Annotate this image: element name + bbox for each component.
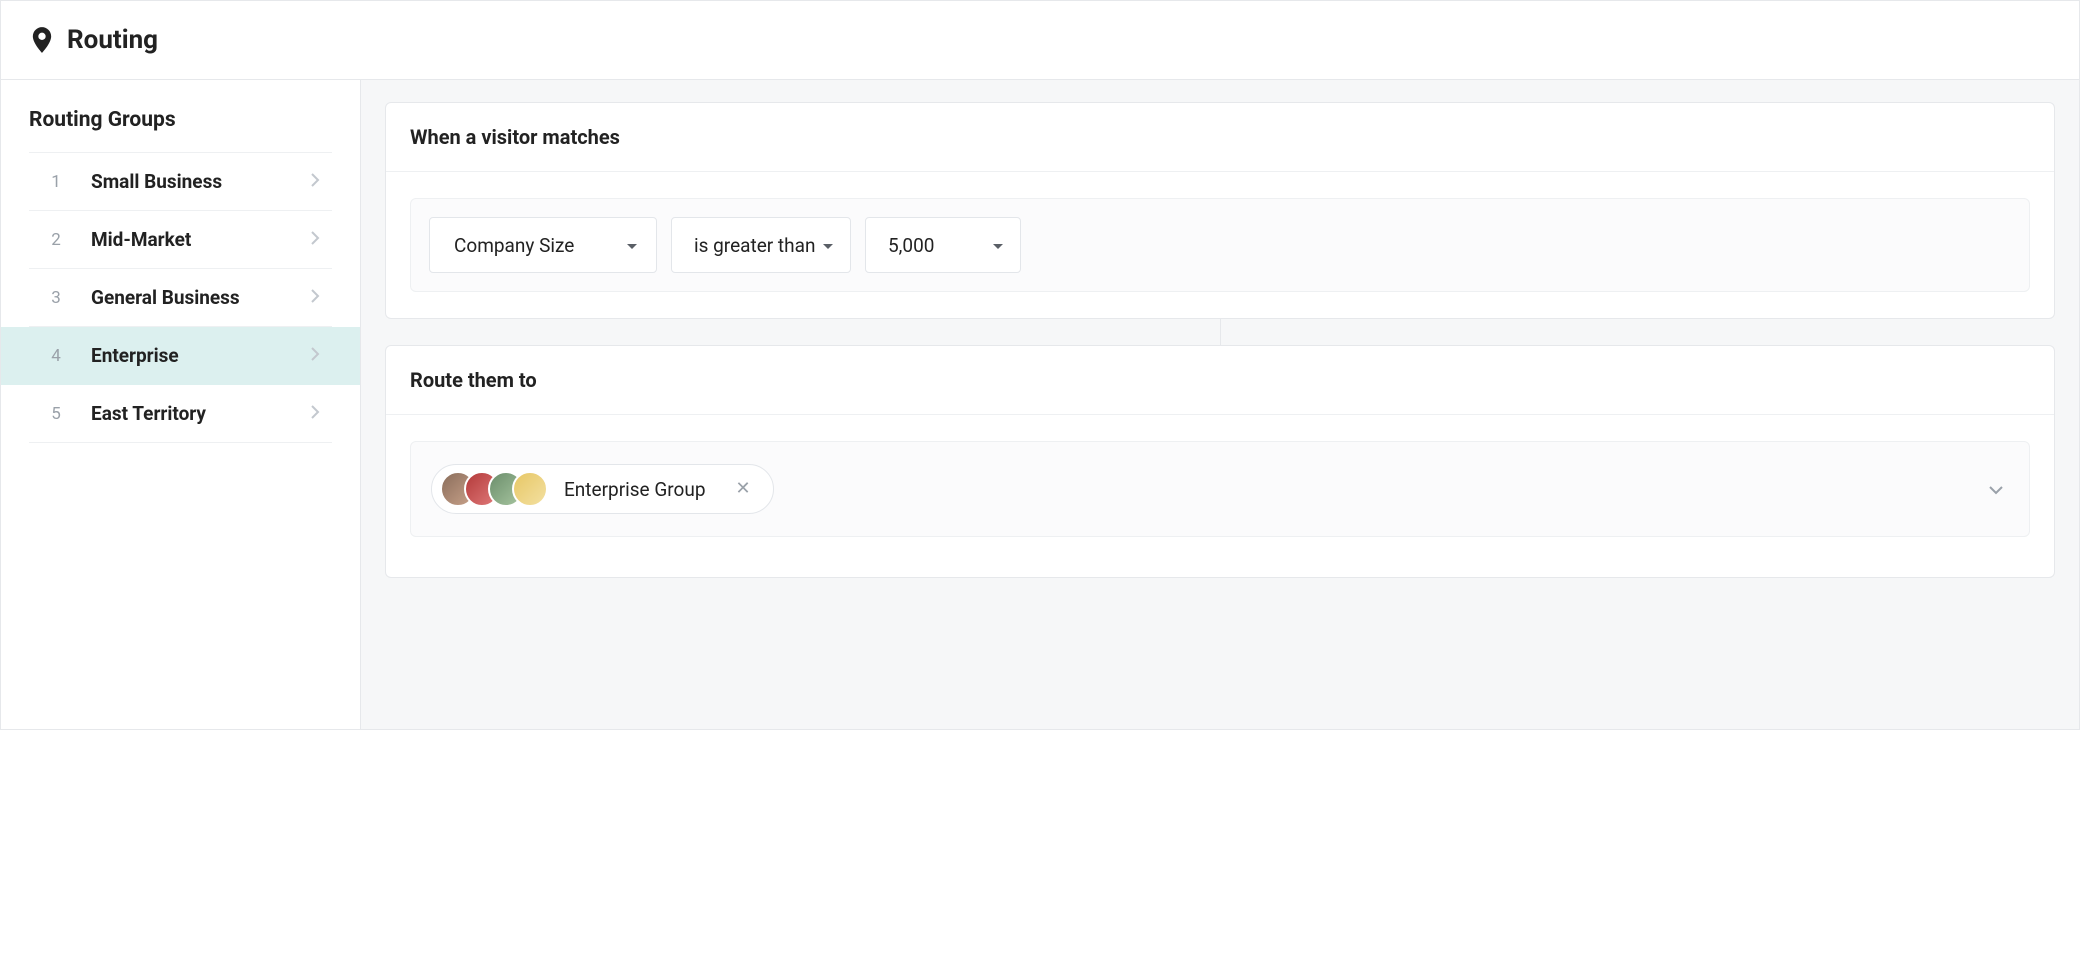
match-card-body: Company Size is greater than (386, 172, 2054, 318)
group-item-general-business[interactable]: 3 General Business (29, 269, 332, 327)
selected-group-chip: Enterprise Group ✕ (431, 464, 774, 514)
route-destination-card: Route them to Enterprise Group ✕ (385, 345, 2055, 578)
match-condition-card: When a visitor matches Company Size is g… (385, 102, 2055, 319)
group-label: Small Business (91, 170, 284, 193)
routing-app: Routing Routing Groups 1 Small Business … (0, 0, 2080, 730)
page-title: Routing (67, 25, 158, 55)
group-label: Enterprise (91, 344, 284, 367)
group-item-mid-market[interactable]: 2 Mid-Market (29, 211, 332, 269)
chip-label: Enterprise Group (560, 478, 706, 501)
match-card-title: When a visitor matches (386, 103, 2054, 172)
group-item-small-business[interactable]: 1 Small Business (29, 153, 332, 211)
rule-operator-select[interactable]: is greater than (671, 217, 851, 273)
page-body: Routing Groups 1 Small Business 2 Mid-Ma… (1, 80, 2079, 729)
group-item-enterprise[interactable]: 4 Enterprise (1, 327, 360, 385)
close-icon[interactable]: ✕ (718, 480, 755, 498)
rule-operator-value: is greater than (694, 234, 815, 257)
rule-field-select[interactable]: Company Size (429, 217, 657, 273)
group-number: 2 (47, 230, 65, 250)
chevron-right-icon (310, 230, 320, 250)
rule-value-select[interactable]: 5,000 (865, 217, 1021, 273)
caret-down-icon (822, 236, 834, 255)
chevron-down-icon (1989, 480, 2009, 499)
avatar-stack (440, 471, 548, 507)
chevron-right-icon (310, 288, 320, 308)
rule-field-value: Company Size (454, 234, 574, 257)
location-pin-icon (31, 27, 53, 53)
sidebar-title: Routing Groups (1, 98, 360, 152)
group-number: 4 (47, 346, 65, 366)
group-label: Mid-Market (91, 228, 284, 251)
group-number: 5 (47, 404, 65, 424)
route-destination-select[interactable]: Enterprise Group ✕ (410, 441, 2030, 537)
route-card-title: Route them to (386, 346, 2054, 415)
group-item-east-territory[interactable]: 5 East Territory (29, 385, 332, 443)
group-label: General Business (91, 286, 284, 309)
chevron-right-icon (310, 172, 320, 192)
page-header: Routing (1, 1, 2079, 80)
caret-down-icon (626, 236, 638, 255)
group-label: East Territory (91, 402, 284, 425)
group-number: 1 (47, 172, 65, 192)
routing-groups-sidebar: Routing Groups 1 Small Business 2 Mid-Ma… (1, 80, 361, 729)
caret-down-icon (992, 236, 1004, 255)
chevron-right-icon (310, 404, 320, 424)
rule-row: Company Size is greater than (410, 198, 2030, 292)
route-card-body: Enterprise Group ✕ (386, 415, 2054, 577)
chevron-right-icon (310, 346, 320, 366)
group-list: 1 Small Business 2 Mid-Market 3 General … (29, 152, 332, 443)
main-panel: When a visitor matches Company Size is g… (361, 80, 2079, 729)
avatar (512, 471, 548, 507)
rule-value-text: 5,000 (888, 234, 934, 257)
card-connector (385, 319, 2055, 345)
group-number: 3 (47, 288, 65, 308)
